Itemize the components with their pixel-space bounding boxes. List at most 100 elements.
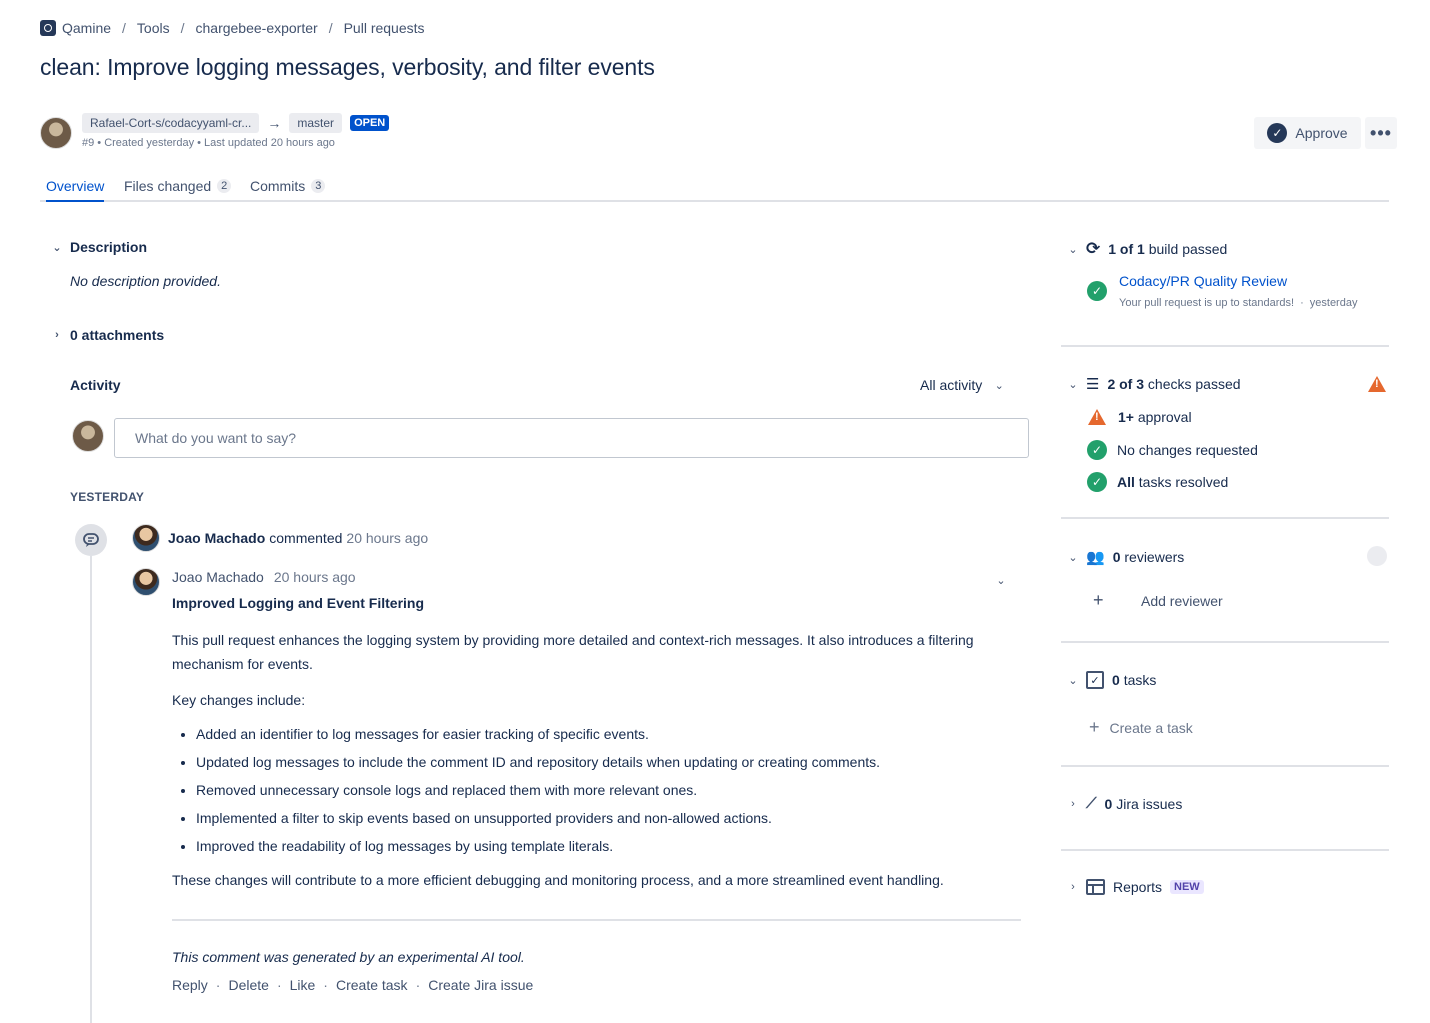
page-title: clean: Improve logging messages, verbosi… — [40, 54, 655, 80]
breadcrumb-separator: / — [122, 20, 126, 36]
current-user-avatar — [72, 420, 104, 452]
build-success-icon: ✓ — [1087, 281, 1107, 301]
activity-heading: Activity — [70, 377, 121, 393]
comment-body: This pull request enhances the logging s… — [172, 628, 1022, 892]
tab-count: 2 — [217, 179, 232, 193]
activity-filter-label: All activity — [920, 377, 983, 393]
comment-intro: This pull request enhances the logging s… — [172, 632, 974, 672]
check-bold: All — [1117, 474, 1135, 490]
comment-input[interactable]: What do you want to say? — [114, 418, 1029, 458]
create-task-label: Create a task — [1109, 719, 1193, 736]
comment-key-changes-label: Key changes include: — [172, 692, 306, 708]
reviewers-label: reviewers — [1124, 549, 1185, 565]
tab-commits[interactable]: Commits 3 — [250, 174, 326, 198]
delete-button[interactable]: Delete — [228, 977, 268, 993]
chevron-down-icon: ⌄ — [1068, 243, 1078, 256]
comment-actions: Reply · Delete · Like · Create task · Create… — [172, 977, 534, 993]
thread-line — [90, 556, 92, 1023]
arrow-right-icon: → — [267, 115, 282, 131]
activity-filter-dropdown[interactable]: All activity ⌄ — [920, 377, 1004, 393]
chevron-right-icon: › — [1071, 881, 1075, 893]
approve-button[interactable]: ✓ Approve — [1254, 117, 1361, 149]
create-task-button[interactable]: Create task — [336, 977, 408, 993]
create-jira-issue-button[interactable]: Create Jira issue — [428, 977, 533, 993]
sidebar-divider — [1061, 641, 1389, 643]
reports-toggle[interactable]: › Reports NEW — [1068, 879, 1204, 895]
comment-heading: Improved Logging and Event Filtering — [172, 595, 425, 611]
people-icon: 👥 — [1086, 549, 1105, 566]
workspace-logo-icon[interactable] — [40, 20, 56, 36]
description-toggle[interactable]: ⌄ Description — [52, 239, 147, 255]
checks-label: checks passed — [1147, 376, 1241, 392]
chevron-right-icon: › — [55, 329, 59, 341]
breadcrumb-project[interactable]: Tools — [137, 20, 170, 36]
jira-toggle[interactable]: › ⟋ 0 Jira issues — [1068, 795, 1182, 812]
tab-label: Files changed — [124, 178, 212, 194]
create-task-sidebar-button[interactable]: + Create a task — [1089, 717, 1193, 738]
comment-outro: These changes will contribute to a more … — [172, 872, 944, 888]
sidebar-divider — [1061, 765, 1389, 767]
comment-collapse-chevron-icon[interactable]: ⌄ — [996, 574, 1006, 587]
reply-button[interactable]: Reply — [172, 977, 208, 993]
breadcrumb-workspace[interactable]: Qamine — [62, 20, 111, 36]
comment-time[interactable]: 20 hours ago — [274, 569, 356, 585]
tab-overview[interactable]: Overview — [46, 174, 105, 202]
check-text: approval — [1137, 409, 1192, 425]
check-text: tasks resolved — [1138, 474, 1229, 490]
jira-label: Jira issues — [1116, 795, 1183, 812]
description-heading: Description — [70, 239, 148, 255]
comment-author[interactable]: Joao Machado — [172, 569, 264, 585]
comment-icon — [75, 524, 107, 556]
approve-label: Approve — [1295, 125, 1348, 141]
check-item-tasks: ✓ All tasks resolved — [1087, 472, 1228, 492]
comment-footnote: This comment was generated by an experim… — [172, 949, 525, 965]
refresh-icon: ⟳ — [1086, 239, 1101, 258]
day-divider: YESTERDAY — [70, 490, 145, 504]
comment-summary-author[interactable]: Joao Machado — [168, 530, 265, 546]
more-actions-button[interactable]: ••• — [1365, 117, 1397, 149]
comment-summary-verb: commented — [269, 530, 343, 546]
build-status: Your pull request is up to standards! · … — [1119, 297, 1358, 309]
jira-icon: ⟋ — [1086, 795, 1097, 812]
key-changes-list: Added an identifier to log messages for … — [172, 720, 1022, 860]
reviewers-toggle[interactable]: ⌄ 👥 0 reviewers — [1068, 548, 1184, 566]
checks-toggle[interactable]: ⌄ ☰ 2 of 3 checks passed — [1068, 375, 1241, 393]
breadcrumb-repository[interactable]: chargebee-exporter — [196, 20, 318, 36]
attachments-toggle[interactable]: › 0 attachments — [52, 327, 164, 343]
check-circle-icon: ✓ — [1087, 472, 1107, 492]
check-bold: 1+ — [1118, 409, 1134, 425]
list-item: Implemented a filter to skip events base… — [196, 804, 1022, 832]
tasks-toggle[interactable]: ⌄ ✓ 0 tasks — [1068, 671, 1156, 689]
breadcrumb: Qamine / Tools / chargebee-exporter / Pu… — [40, 18, 425, 38]
source-branch[interactable]: Rafael-Cort-s/codacyyaml-cr... — [82, 113, 260, 133]
comment-input-placeholder: What do you want to say? — [135, 430, 297, 446]
target-branch[interactable]: master — [289, 113, 343, 133]
tasks-count: 0 — [1112, 672, 1120, 688]
build-link[interactable]: Codacy/PR Quality Review — [1119, 273, 1287, 289]
chevron-down-icon: ⌄ — [1068, 551, 1078, 564]
add-reviewer-button[interactable]: + Add reviewer — [1093, 590, 1223, 611]
breadcrumb-pull-requests[interactable]: Pull requests — [344, 20, 425, 36]
checklist-icon: ☰ — [1086, 376, 1100, 393]
builds-count: 1 of 1 — [1108, 241, 1145, 257]
comment-author-avatar[interactable] — [132, 568, 160, 596]
chevron-down-icon: ⌄ — [994, 379, 1004, 392]
sidebar-divider — [1061, 517, 1389, 519]
jira-count: 0 — [1104, 795, 1113, 812]
check-circle-icon: ✓ — [1087, 440, 1107, 460]
tab-files-changed[interactable]: Files changed 2 — [124, 174, 232, 198]
comment-summary-time[interactable]: 20 hours ago — [346, 530, 428, 546]
author-avatar[interactable] — [40, 117, 72, 149]
commenter-avatar[interactable] — [132, 524, 160, 552]
chevron-down-icon: ⌄ — [1068, 674, 1078, 687]
chevron-down-icon: ⌄ — [52, 241, 62, 254]
build-status-text: Your pull request is up to standards! — [1119, 297, 1295, 309]
like-button[interactable]: Like — [290, 977, 316, 993]
comment-divider — [172, 919, 1021, 921]
sidebar-divider — [1061, 345, 1389, 347]
breadcrumb-separator: / — [328, 20, 333, 36]
builds-toggle[interactable]: ⌄ ⟳ 1 of 1 build passed — [1068, 239, 1227, 259]
checks-count: 2 of 3 — [1107, 376, 1145, 392]
reviewers-placeholder-avatar — [1367, 546, 1387, 566]
check-item-approval: 1+ approval — [1088, 409, 1192, 425]
